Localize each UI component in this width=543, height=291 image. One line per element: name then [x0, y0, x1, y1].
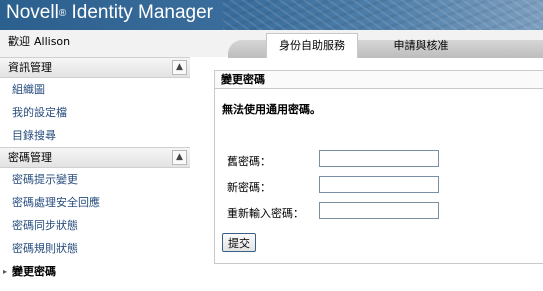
- old-password-label: 舊密碼：: [227, 155, 271, 168]
- sidebar-item-password-sync-status[interactable]: 密碼同步狀態: [0, 214, 190, 237]
- new-password-field[interactable]: [319, 176, 439, 193]
- confirm-password-label: 重新輸入密碼：: [227, 207, 304, 220]
- new-password-row: 新密碼：: [215, 176, 543, 198]
- section-title: 密碼管理: [8, 151, 52, 164]
- brand-name: Novell: [6, 2, 59, 23]
- submit-button[interactable]: 提交: [222, 233, 256, 252]
- current-item-marker-icon: ▸: [3, 267, 8, 276]
- app-header: Novell® Identity Manager: [0, 0, 543, 30]
- sidebar-item-change-password[interactable]: ▸ 變更密碼: [0, 260, 190, 283]
- sidebar-item-directory-search[interactable]: 目錄搜尋: [0, 124, 190, 147]
- welcome-text: 歡迎 Allison: [8, 33, 70, 49]
- product-name: Identity Manager: [71, 2, 213, 23]
- section-title: 資訊管理: [8, 61, 52, 74]
- new-password-label: 新密碼：: [227, 181, 271, 194]
- confirm-password-field[interactable]: [319, 202, 439, 219]
- welcome-label: 歡迎: [8, 35, 30, 48]
- sidebar-item-password-policy-status[interactable]: 密碼規則狀態: [0, 237, 190, 260]
- chevron-up-icon[interactable]: ▲: [172, 150, 187, 165]
- sidebar-item-org-chart[interactable]: 組織圖: [0, 78, 190, 101]
- registered-mark: ®: [58, 8, 67, 19]
- old-password-row: 舊密碼：: [215, 150, 543, 172]
- sidebar-section-information-management[interactable]: 資訊管理 ▲: [0, 57, 190, 78]
- header-texture: [223, 0, 543, 30]
- change-password-panel: 變更密碼 無法使用通用密碼。 舊密碼： 新密碼： 重新輸入密碼： 提交: [214, 70, 543, 264]
- app-brand: Novell® Identity Manager: [6, 2, 213, 24]
- tab-identity-self-service[interactable]: 身份自助服務: [266, 33, 358, 58]
- sidebar: 資訊管理 ▲ 組織圖 我的設定檔 目錄搜尋 密碼管理 ▲ 密碼提示變更 密碼處理…: [0, 57, 190, 283]
- tab-requests-approvals[interactable]: 申請與核准: [376, 34, 466, 58]
- old-password-field[interactable]: [319, 150, 439, 167]
- panel-title: 變更密碼: [215, 71, 543, 89]
- error-message: 無法使用通用密碼。: [222, 103, 321, 116]
- chevron-up-icon[interactable]: ▲: [172, 60, 187, 75]
- user-name: Allison: [34, 35, 71, 48]
- confirm-password-row: 重新輸入密碼：: [215, 202, 543, 224]
- sidebar-section-password-management[interactable]: 密碼管理 ▲: [0, 147, 190, 168]
- sidebar-item-password-hint[interactable]: 密碼提示變更: [0, 168, 190, 191]
- sidebar-item-label: 變更密碼: [12, 265, 56, 278]
- sidebar-item-my-profile[interactable]: 我的設定檔: [0, 101, 190, 124]
- sidebar-item-challenge-response[interactable]: 密碼處理安全回應: [0, 191, 190, 214]
